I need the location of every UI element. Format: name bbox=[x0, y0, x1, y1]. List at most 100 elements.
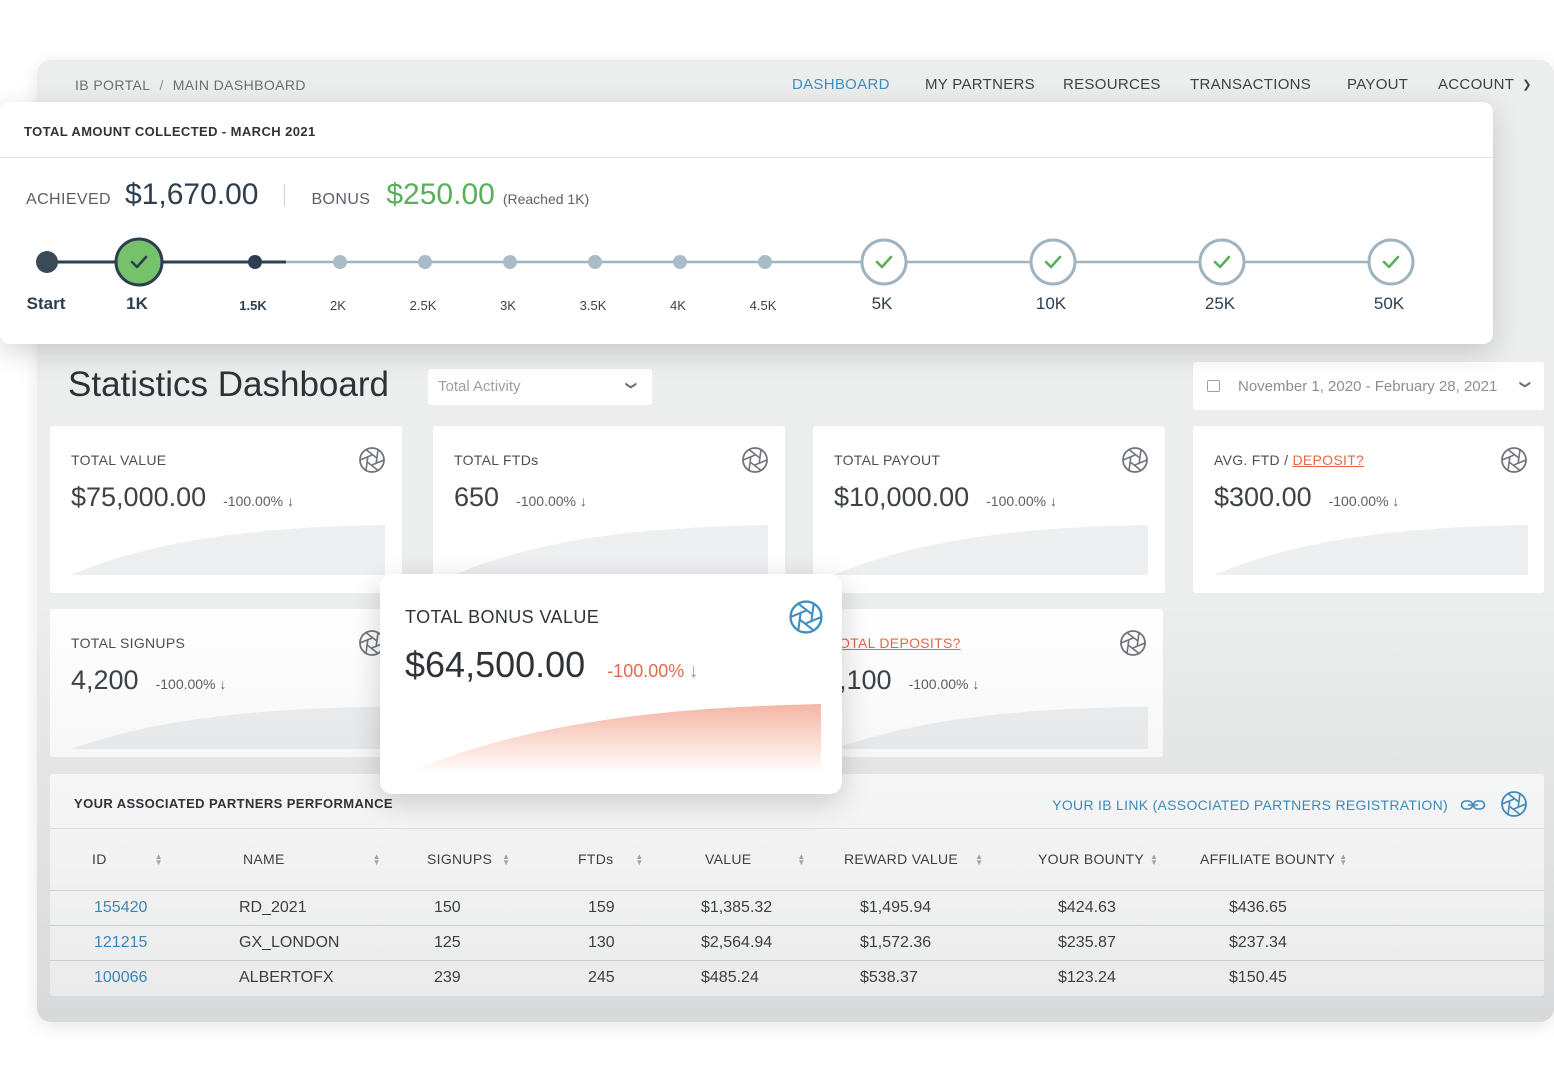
cell-value: $485.24 bbox=[701, 969, 759, 986]
sparkline bbox=[834, 525, 1148, 575]
nav-account[interactable]: ACCOUNT ❯ bbox=[1438, 76, 1532, 93]
card-value: $10,000.00 bbox=[834, 482, 970, 512]
achieved-value: $1,670.00 bbox=[125, 178, 259, 211]
sort-icon: ▲ ▼ bbox=[635, 852, 644, 867]
column-header-signups[interactable]: SIGNUPS ▲ ▼ bbox=[427, 851, 510, 867]
step-4-5k-label: 4.5K bbox=[749, 298, 777, 313]
cell-your-bounty: $235.87 bbox=[1058, 934, 1116, 951]
aperture-icon[interactable] bbox=[1121, 446, 1149, 474]
nav-dashboard[interactable]: DASHBOARD bbox=[792, 76, 925, 93]
breadcrumb-root[interactable]: IB PORTAL bbox=[75, 77, 150, 93]
breadcrumb-separator: / bbox=[159, 77, 164, 93]
cell-name: ALBERTOFX bbox=[239, 969, 334, 986]
column-header-ftds[interactable]: FTDs ▲ ▼ bbox=[578, 851, 644, 867]
cell-id[interactable]: 155420 bbox=[94, 899, 147, 917]
aperture-icon[interactable] bbox=[741, 446, 769, 474]
card-value: ,100 bbox=[839, 665, 892, 695]
sort-icon: ▲ ▼ bbox=[372, 852, 381, 867]
aperture-icon[interactable] bbox=[1119, 629, 1147, 657]
column-header-name[interactable]: NAME ▲ ▼ bbox=[243, 851, 381, 867]
step-2-5k-label: 2.5K bbox=[409, 298, 437, 313]
aperture-icon[interactable] bbox=[1500, 446, 1528, 474]
column-header-value[interactable]: VALUE ▲ ▼ bbox=[705, 851, 806, 867]
chevron-down-icon: ❯ bbox=[1522, 79, 1532, 91]
aperture-icon[interactable] bbox=[358, 446, 386, 474]
card-total-signups[interactable]: TOTAL SIGNUPS 4,200 -100.00% ↓ bbox=[50, 609, 402, 757]
column-header-your-bounty[interactable]: YOUR BOUNTY ▲ ▼ bbox=[1038, 851, 1158, 867]
cell-signups: 150 bbox=[434, 899, 461, 916]
activity-select-value: Total Activity bbox=[438, 378, 521, 395]
column-header-reward-value[interactable]: REWARD VALUE ▲ ▼ bbox=[844, 851, 983, 867]
nav-payout[interactable]: PAYOUT bbox=[1347, 76, 1438, 93]
sparkline bbox=[1214, 525, 1528, 575]
card-change: -100.00% ↓ bbox=[908, 676, 980, 692]
deposit-link[interactable]: DEPOSIT? bbox=[1293, 452, 1365, 468]
card-title: TOTAL FTDs bbox=[454, 452, 539, 468]
nav-resources[interactable]: RESOURCES bbox=[1063, 76, 1190, 93]
bonus-label: BONUS bbox=[311, 191, 371, 208]
card-change: -100.00% ↓ bbox=[607, 661, 699, 681]
achieved-row: ACHIEVED $1,670.00 BONUS $250.00 (Reache… bbox=[26, 178, 589, 212]
sort-icon: ▲ ▼ bbox=[1339, 852, 1348, 867]
cell-your-bounty: $424.63 bbox=[1058, 899, 1116, 916]
table-row[interactable]: 155420 RD_2021 150 159 $1,385.32 $1,495.… bbox=[50, 890, 1544, 925]
card-total-deposits[interactable]: OTAL DEPOSITS? ,100 -100.00% ↓ bbox=[813, 609, 1163, 757]
ib-link[interactable]: YOUR IB LINK (ASSOCIATED PARTNERS REGIST… bbox=[1052, 797, 1448, 813]
cell-signups: 125 bbox=[434, 934, 461, 951]
cell-name: RD_2021 bbox=[239, 899, 307, 916]
card-change: -100.00% ↓ bbox=[516, 493, 587, 509]
column-header-id[interactable]: ID ▲ ▼ bbox=[92, 851, 163, 867]
step-4k-label: 4K bbox=[670, 298, 686, 313]
divider bbox=[284, 184, 286, 206]
nav-transactions[interactable]: TRANSACTIONS bbox=[1190, 76, 1347, 93]
card-title: OTAL DEPOSITS? bbox=[839, 635, 961, 651]
progress-track: Start 1K 1.5K 2K 2.5K 3K 3.5K 4K 4.5K 5K 10K 25K 50K bbox=[0, 228, 1493, 328]
sort-icon: ▲ ▼ bbox=[502, 852, 511, 867]
step-3k-marker bbox=[503, 255, 517, 269]
step-1k-marker bbox=[114, 237, 164, 287]
cell-id[interactable]: 100066 bbox=[94, 969, 147, 987]
cell-reward: $538.37 bbox=[860, 969, 918, 986]
card-total-bonus-value[interactable]: TOTAL BONUS VALUE $64,500.00 -100.00% ↓ bbox=[380, 574, 842, 794]
step-1-5k-marker bbox=[248, 255, 262, 269]
card-total-ftds[interactable]: TOTAL FTDs 650 -100.00% ↓ bbox=[433, 426, 785, 593]
chevron-down-icon: ❯ bbox=[624, 380, 637, 391]
table-row[interactable]: 100066 ALBERTOFX 239 245 $485.24 $538.37… bbox=[50, 960, 1544, 995]
table-row[interactable]: 121215 GX_LONDON 125 130 $2,564.94 $1,57… bbox=[50, 925, 1544, 960]
date-range-picker[interactable]: November 1, 2020 - February 28, 2021 ❯ bbox=[1193, 362, 1544, 410]
activity-select[interactable]: Total Activity ❯ bbox=[428, 369, 652, 405]
card-title: TOTAL PAYOUT bbox=[834, 452, 941, 468]
card-title: TOTAL SIGNUPS bbox=[71, 635, 186, 651]
step-start-label: Start bbox=[26, 294, 66, 313]
card-avg-ftd[interactable]: AVG. FTD / DEPOSIT? $300.00 -100.00% ↓ bbox=[1193, 426, 1544, 593]
sort-icon: ▲ ▼ bbox=[975, 852, 984, 867]
card-change: -100.00% ↓ bbox=[223, 493, 294, 509]
breadcrumb-current: MAIN DASHBOARD bbox=[172, 77, 306, 93]
step-1k-label: 1K bbox=[126, 294, 148, 313]
nav-my-partners[interactable]: MY PARTNERS bbox=[925, 76, 1063, 93]
cell-your-bounty: $123.24 bbox=[1058, 969, 1116, 986]
sort-icon: ▲ ▼ bbox=[797, 852, 806, 867]
total-deposits-link[interactable]: OTAL DEPOSITS? bbox=[839, 635, 961, 651]
column-header-affiliate-bounty[interactable]: AFFILIATE BOUNTY ▲ ▼ bbox=[1200, 851, 1347, 867]
progress-track-svg bbox=[36, 237, 1415, 287]
cell-id[interactable]: 121215 bbox=[94, 934, 147, 952]
step-50k-label: 50K bbox=[1373, 294, 1405, 313]
progress-title: TOTAL AMOUNT COLLECTED - MARCH 2021 bbox=[0, 102, 1493, 158]
breadcrumb: IB PORTAL / MAIN DASHBOARD bbox=[75, 77, 306, 93]
aperture-icon[interactable] bbox=[1500, 790, 1528, 818]
link-icon[interactable] bbox=[1460, 796, 1486, 814]
cell-affiliate-bounty: $237.34 bbox=[1229, 934, 1287, 951]
cell-value: $2,564.94 bbox=[701, 934, 773, 951]
card-change: -100.00% ↓ bbox=[1328, 493, 1400, 509]
card-total-value[interactable]: TOTAL VALUE $75,000.00 -100.00% ↓ bbox=[50, 426, 402, 593]
aperture-icon[interactable] bbox=[788, 599, 824, 635]
cell-ftds: 245 bbox=[588, 969, 615, 986]
achieved-label: ACHIEVED bbox=[26, 191, 111, 208]
nav-account-label: ACCOUNT bbox=[1438, 76, 1515, 93]
card-value: 4,200 bbox=[71, 665, 139, 695]
sparkline bbox=[71, 706, 385, 749]
sparkline bbox=[405, 704, 821, 774]
cell-affiliate-bounty: $150.45 bbox=[1229, 969, 1287, 986]
card-total-payout[interactable]: TOTAL PAYOUT $10,000.00 -100.00% ↓ bbox=[813, 426, 1165, 593]
